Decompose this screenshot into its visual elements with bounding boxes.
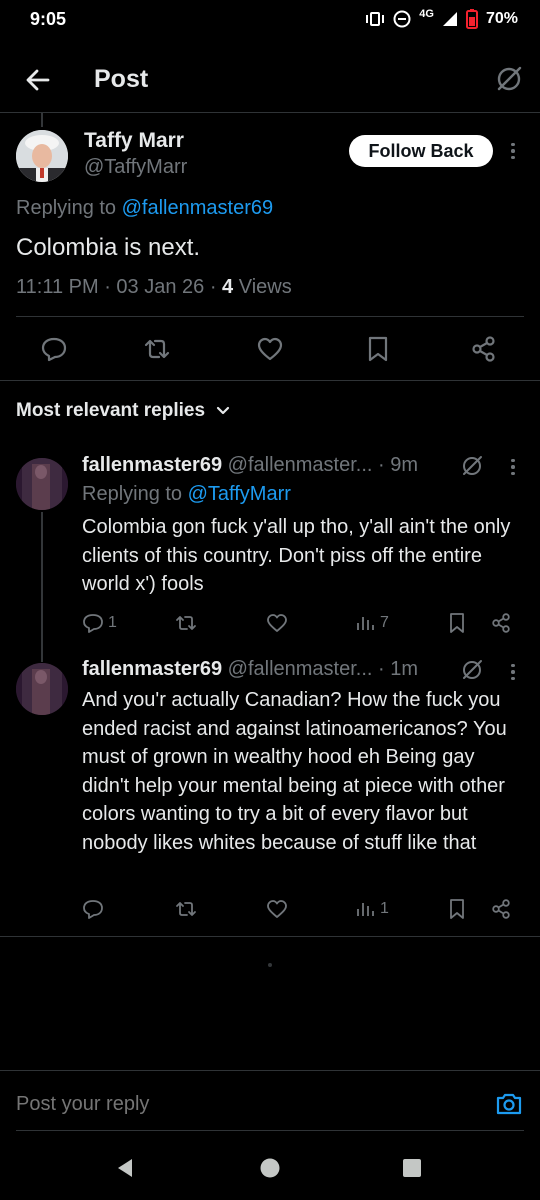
thread-connector <box>41 512 43 662</box>
nav-home-icon[interactable] <box>259 1157 281 1179</box>
heart-icon <box>267 614 287 632</box>
bookmark-icon[interactable] <box>446 612 468 634</box>
reply-author-name[interactable]: fallenmaster69 <box>82 658 222 680</box>
post-timestamp: 11:11 PM · 03 Jan 26 · <box>16 276 223 298</box>
grok-icon[interactable] <box>461 455 483 477</box>
reply-header: fallenmaster69 @fallenmaster... · 9m <box>82 454 418 477</box>
reply-author-name[interactable]: fallenmaster69 <box>82 454 222 476</box>
reply-icon <box>83 614 103 633</box>
reply-avatar[interactable] <box>16 458 68 510</box>
signal-icon <box>442 12 457 26</box>
reply-text: Colombia gon fuck y'all up tho, y'all ai… <box>82 516 511 595</box>
heart-icon[interactable] <box>256 335 284 363</box>
reply-time: · 1m <box>378 658 419 680</box>
views-action[interactable]: 1 <box>354 898 389 920</box>
page-title: Post <box>94 65 149 93</box>
actions-divider <box>0 380 540 381</box>
post-meta: 11:11 PM · 03 Jan 26 · 4 Views <box>16 276 292 299</box>
reply-author-handle[interactable]: @fallenmaster... <box>228 454 373 476</box>
more-options-icon[interactable] <box>503 141 523 161</box>
views-count: 1 <box>380 900 389 917</box>
reply-text: And you'r actually Canadian? How the fuc… <box>82 689 507 854</box>
meta-divider <box>16 316 524 317</box>
post-text: Colombia is next. <box>16 234 201 261</box>
share-icon[interactable] <box>490 612 512 634</box>
bookmark-icon[interactable] <box>446 898 468 920</box>
grok-icon[interactable] <box>461 659 483 681</box>
loading-dot <box>268 963 272 967</box>
status-bar: 9:05 4G 70% <box>0 0 540 44</box>
like-action[interactable] <box>266 612 292 634</box>
reply-input[interactable] <box>16 1088 456 1120</box>
replies-sort-label: Most relevant replies <box>16 400 206 421</box>
avatar-image <box>16 663 68 715</box>
reply-time: · 9m <box>378 454 419 476</box>
views-action[interactable]: 7 <box>354 612 389 634</box>
author-name[interactable]: Taffy Marr <box>84 129 184 153</box>
views-count: 7 <box>380 614 389 631</box>
retweet-icon <box>176 616 196 630</box>
reply-composer[interactable] <box>0 1070 540 1132</box>
replying-to-link[interactable]: @fallenmaster69 <box>122 197 273 219</box>
composer-bottom-divider <box>16 1130 524 1131</box>
heart-icon <box>267 900 287 918</box>
follow-back-button[interactable]: Follow Back <box>349 135 493 167</box>
reply-icon[interactable] <box>40 335 68 363</box>
reply-action[interactable] <box>82 898 108 920</box>
more-options-icon[interactable] <box>503 662 523 682</box>
header-divider <box>0 112 540 113</box>
reply-header: fallenmaster69 @fallenmaster... · 1m <box>82 658 418 681</box>
views-label: Views <box>233 276 292 298</box>
top-app-bar: Post <box>0 52 540 108</box>
thread-connector <box>41 113 43 127</box>
network-label: 4G <box>419 8 434 20</box>
reply-author-handle[interactable]: @fallenmaster... <box>228 658 373 680</box>
status-icons: 4G 70% <box>365 8 518 29</box>
avatar-image <box>16 458 68 510</box>
bookmark-icon[interactable] <box>364 335 392 363</box>
nav-recents-icon[interactable] <box>402 1158 422 1178</box>
like-action[interactable] <box>266 898 292 920</box>
retweet-action[interactable] <box>174 612 202 634</box>
vibrate-icon <box>366 12 385 26</box>
back-arrow-icon[interactable] <box>24 66 52 94</box>
battery-icon <box>465 9 478 29</box>
reply-count: 1 <box>108 614 117 631</box>
replies-sort-dropdown[interactable]: Most relevant replies <box>16 400 231 422</box>
camera-icon[interactable] <box>495 1090 523 1118</box>
avatar-image <box>16 130 68 182</box>
author-handle[interactable]: @TaffyMarr <box>84 156 187 179</box>
views-icon <box>357 617 374 630</box>
replying-to-link[interactable]: @TaffyMarr <box>188 483 291 505</box>
share-icon[interactable] <box>470 335 498 363</box>
share-icon[interactable] <box>490 898 512 920</box>
battery-label: 70% <box>485 10 518 27</box>
dnd-icon <box>393 10 411 28</box>
chevron-down-icon <box>216 406 230 415</box>
status-time: 9:05 <box>30 9 67 29</box>
grok-icon[interactable] <box>495 65 523 93</box>
system-nav-bar <box>0 1135 540 1200</box>
replying-prefix: Replying to <box>16 197 117 219</box>
views-icon <box>357 903 374 916</box>
replying-to: Replying to @fallenmaster69 <box>16 197 273 220</box>
views-count: 4 <box>222 276 234 298</box>
retweet-icon <box>176 902 196 916</box>
reply-icon <box>83 900 103 919</box>
more-options-icon[interactable] <box>503 457 523 477</box>
retweet-action[interactable] <box>174 898 202 920</box>
replying-prefix: Replying to <box>82 483 183 505</box>
author-avatar[interactable] <box>16 130 68 182</box>
retweet-icon[interactable] <box>142 335 172 363</box>
reply-replying-to: Replying to @TaffyMarr <box>82 483 291 506</box>
nav-back-icon[interactable] <box>114 1157 136 1179</box>
reply-avatar[interactable] <box>16 663 68 715</box>
reply-action[interactable]: 1 <box>82 612 117 634</box>
reply-divider <box>0 936 540 937</box>
